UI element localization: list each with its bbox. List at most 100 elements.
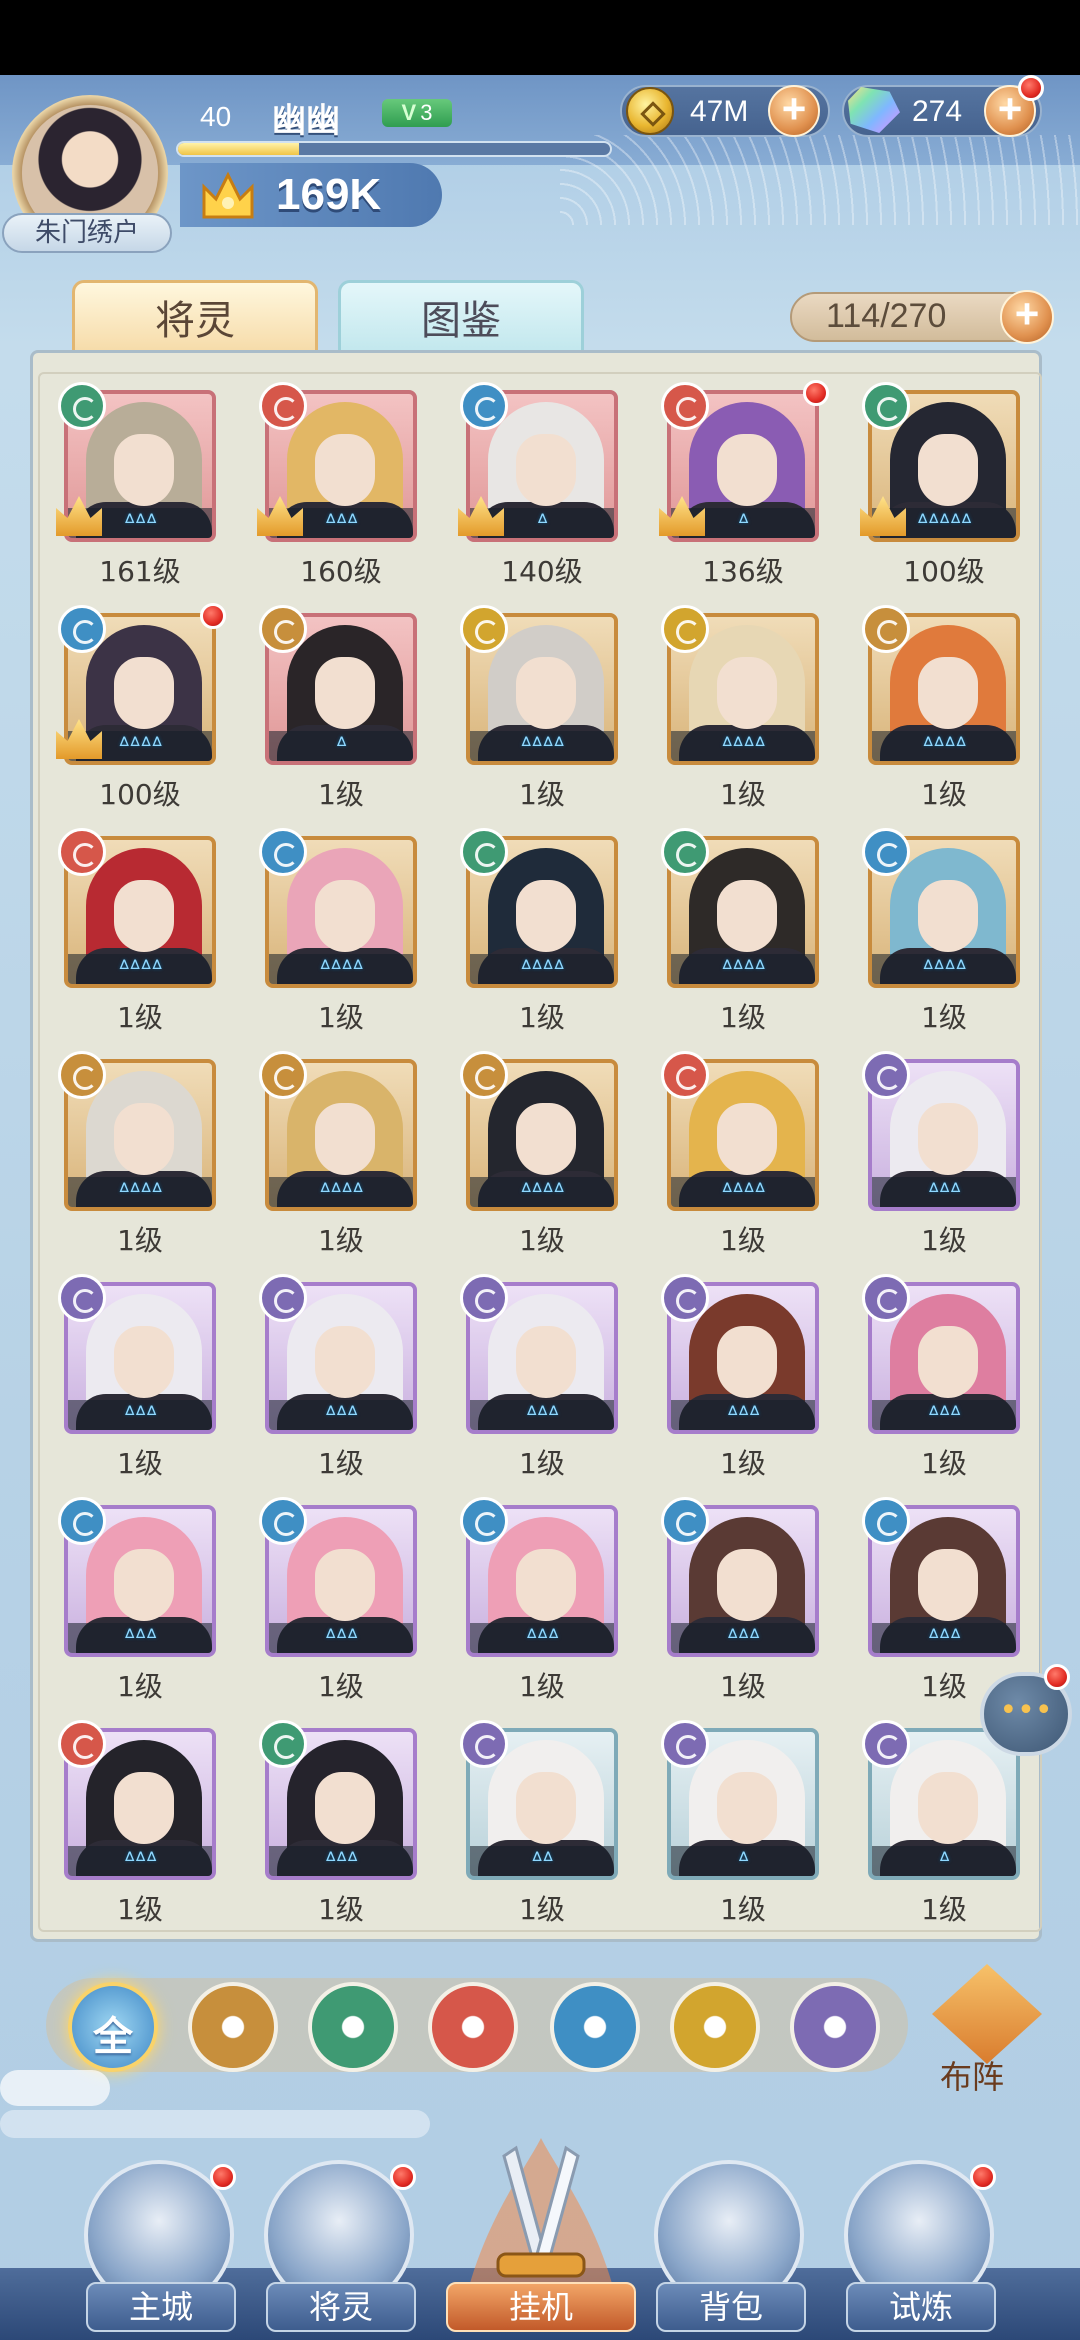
portrait-face bbox=[114, 1772, 174, 1844]
star-rank: ᐞᐞᐞᐞ bbox=[520, 957, 565, 982]
character-level: 1级 bbox=[519, 1893, 565, 1926]
wind-element-icon bbox=[58, 382, 106, 430]
portrait-face bbox=[315, 880, 375, 952]
nav-label[interactable]: 主城 bbox=[86, 2282, 236, 2332]
portrait-face bbox=[717, 1772, 777, 1844]
nav-label[interactable]: 将灵 bbox=[266, 2282, 416, 2332]
filter-wind-button[interactable] bbox=[308, 1982, 398, 2072]
wind-element-icon bbox=[259, 1720, 307, 1768]
water-element-icon bbox=[661, 1497, 709, 1545]
portrait-face bbox=[516, 1103, 576, 1175]
character-level: 1级 bbox=[720, 1670, 766, 1703]
tab-generals[interactable]: 将灵 bbox=[72, 280, 318, 358]
character-level: 1级 bbox=[519, 1447, 565, 1480]
character-level: 100级 bbox=[903, 555, 985, 588]
nav-label[interactable]: 背包 bbox=[656, 2282, 806, 2332]
character-level: 161级 bbox=[99, 555, 181, 588]
void-element-icon bbox=[862, 1051, 910, 1099]
star-rank: ᐞ bbox=[737, 1849, 750, 1874]
portrait-face bbox=[918, 1103, 978, 1175]
character-level: 1级 bbox=[318, 1893, 364, 1926]
water-element-icon bbox=[259, 1497, 307, 1545]
portrait-face bbox=[918, 1549, 978, 1621]
water-element-icon bbox=[58, 1497, 106, 1545]
character-level: 1级 bbox=[117, 1447, 163, 1480]
star-rank: ᐞᐞᐞᐞ bbox=[721, 957, 766, 982]
star-rank: ᐞᐞᐞ bbox=[927, 1180, 962, 1205]
status-bar bbox=[0, 0, 1080, 75]
character-level: 1级 bbox=[318, 1224, 364, 1257]
star-rank: ᐞᐞᐞᐞ bbox=[520, 1180, 565, 1205]
character-level: 1级 bbox=[318, 1670, 364, 1703]
star-rank: ᐞᐞᐞᐞ bbox=[520, 734, 565, 759]
star-rank: ᐞᐞᐞᐞ bbox=[922, 734, 967, 759]
character-level: 1级 bbox=[318, 778, 364, 811]
character-level: 1级 bbox=[720, 1447, 766, 1480]
tab-codex[interactable]: 图鉴 bbox=[338, 280, 584, 358]
void-element-icon bbox=[58, 1274, 106, 1322]
vip-badge[interactable]: V3 bbox=[382, 99, 452, 127]
vip-prefix: V bbox=[401, 100, 417, 125]
character-level: 1级 bbox=[318, 1001, 364, 1034]
portrait-face bbox=[717, 1326, 777, 1398]
character-level: 1级 bbox=[720, 778, 766, 811]
filter-light-button[interactable] bbox=[670, 1982, 760, 2072]
fire-element-icon bbox=[58, 1720, 106, 1768]
portrait-face bbox=[918, 880, 978, 952]
portrait-face bbox=[114, 657, 174, 729]
character-level: 140级 bbox=[501, 555, 583, 588]
portrait-face bbox=[315, 434, 375, 506]
star-rank: ᐞᐞᐞᐞ bbox=[721, 1180, 766, 1205]
star-rank: ᐞᐞᐞ bbox=[726, 1626, 761, 1651]
portrait-face bbox=[114, 434, 174, 506]
filter-water-button[interactable] bbox=[550, 1982, 640, 2072]
star-rank: ᐞᐞᐞᐞ bbox=[922, 957, 967, 982]
power-crown-icon bbox=[202, 171, 254, 219]
character-level: 1级 bbox=[117, 1224, 163, 1257]
portrait-face bbox=[918, 1326, 978, 1398]
character-level: 136级 bbox=[702, 555, 784, 588]
star-rank: ᐞᐞ bbox=[531, 1849, 554, 1874]
portrait-face bbox=[114, 880, 174, 952]
formation-label[interactable]: 布阵 bbox=[940, 2052, 1004, 2098]
character-level: 1级 bbox=[117, 1670, 163, 1703]
filter-earth-button[interactable] bbox=[188, 1982, 278, 2072]
roster-count: 114/270 bbox=[826, 297, 947, 335]
star-rank: ᐞᐞᐞᐞ bbox=[319, 1180, 364, 1205]
portrait-face bbox=[516, 880, 576, 952]
light-element-icon bbox=[661, 605, 709, 653]
earth-element-icon bbox=[259, 605, 307, 653]
character-level: 1级 bbox=[519, 778, 565, 811]
water-element-icon bbox=[862, 828, 910, 876]
filter-fire-button[interactable] bbox=[428, 1982, 518, 2072]
star-rank: ᐞᐞᐞᐞ bbox=[118, 957, 163, 982]
star-rank: ᐞᐞᐞᐞ bbox=[721, 734, 766, 759]
filter-void-button[interactable] bbox=[790, 1982, 880, 2072]
star-rank: ᐞ bbox=[335, 734, 348, 759]
star-rank: ᐞᐞᐞ bbox=[324, 1626, 359, 1651]
earth-element-icon bbox=[259, 1051, 307, 1099]
nav-label[interactable]: 挂机 bbox=[446, 2282, 636, 2332]
star-rank: ᐞᐞᐞ bbox=[324, 1849, 359, 1874]
character-level: 1级 bbox=[720, 1224, 766, 1257]
star-rank: ᐞᐞᐞ bbox=[123, 1403, 158, 1428]
void-element-icon bbox=[259, 1274, 307, 1322]
nav-label[interactable]: 试炼 bbox=[846, 2282, 996, 2332]
earth-element-icon bbox=[58, 1051, 106, 1099]
portrait-face bbox=[114, 1549, 174, 1621]
gem-notification-dot bbox=[1018, 75, 1044, 101]
fire-element-icon bbox=[259, 382, 307, 430]
chat-notification-dot bbox=[1044, 1664, 1070, 1690]
player-name: 幽幽 bbox=[272, 101, 340, 141]
portrait-face bbox=[315, 1103, 375, 1175]
star-rank: ᐞᐞᐞ bbox=[123, 1849, 158, 1874]
water-element-icon bbox=[460, 382, 508, 430]
xp-bar bbox=[176, 141, 612, 157]
portrait-face bbox=[516, 1326, 576, 1398]
add-gold-button[interactable]: + bbox=[768, 85, 820, 137]
portrait-face bbox=[315, 657, 375, 729]
expand-roster-button[interactable]: + bbox=[1000, 290, 1054, 344]
character-level: 1级 bbox=[519, 1224, 565, 1257]
fire-element-icon bbox=[661, 1051, 709, 1099]
portrait-face bbox=[717, 657, 777, 729]
